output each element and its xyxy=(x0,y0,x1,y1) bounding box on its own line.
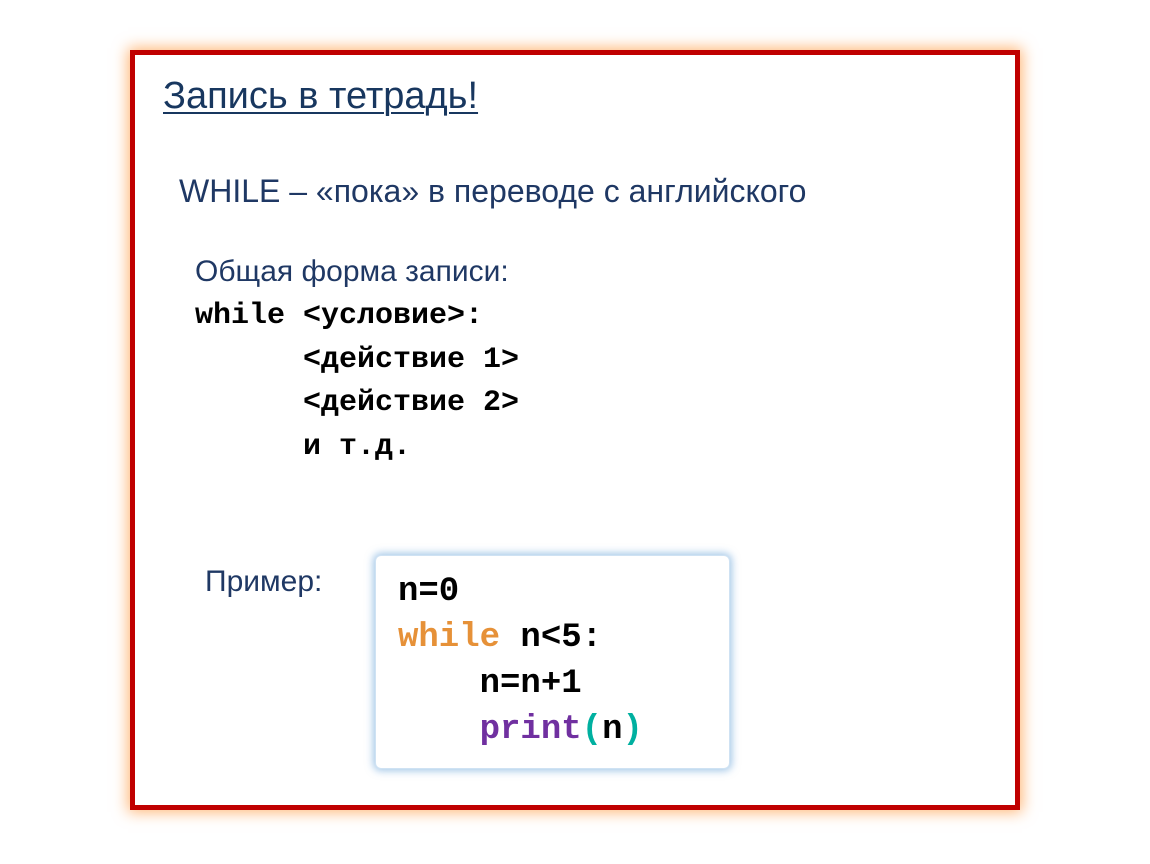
syntax-block: while <условие>: <действие 1> <действие … xyxy=(195,295,519,469)
code-line-4-indent xyxy=(398,711,480,749)
syntax-line-3: <действие 2> xyxy=(195,386,519,420)
syntax-section-label: Общая форма записи: xyxy=(195,255,509,289)
example-section-label: Пример: xyxy=(205,565,322,599)
code-keyword-while: while xyxy=(398,619,500,657)
syntax-line-1: while <условие>: xyxy=(195,299,483,333)
code-example-box: n=0 while n<5: n=n+1 print(n) xyxy=(375,555,730,769)
code-example: n=0 while n<5: n=n+1 print(n) xyxy=(398,570,709,754)
code-paren-close: ) xyxy=(622,711,642,749)
code-line-2-rest: n<5: xyxy=(500,619,602,657)
while-translation-text: WHILE – «пока» в переводе с английского xyxy=(179,173,806,210)
code-line-1: n=0 xyxy=(398,573,459,611)
syntax-line-2: <действие 1> xyxy=(195,343,519,377)
syntax-line-4: и т.д. xyxy=(195,430,411,464)
code-fn-print: print xyxy=(480,711,582,749)
code-arg-n: n xyxy=(602,711,622,749)
code-line-3: n=n+1 xyxy=(398,665,582,703)
code-paren-open: ( xyxy=(582,711,602,749)
content-frame: Запись в тетрадь! WHILE – «пока» в перев… xyxy=(130,50,1020,810)
slide-title: Запись в тетрадь! xyxy=(163,75,478,118)
slide: Запись в тетрадь! WHILE – «пока» в перев… xyxy=(0,0,1150,864)
